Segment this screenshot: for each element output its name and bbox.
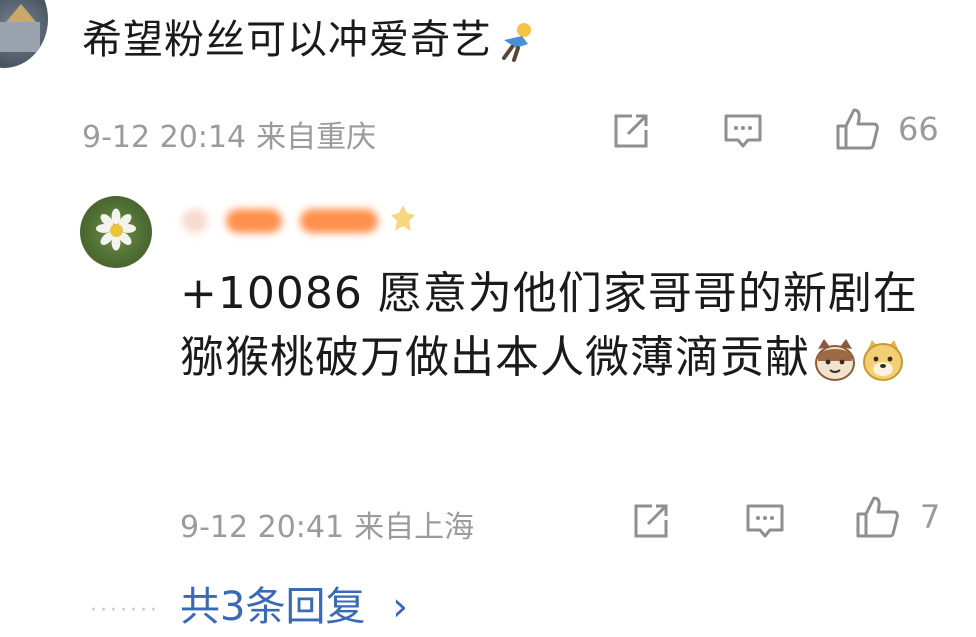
cat-face-emoji [815,339,855,381]
reply-location: 来自上海 [354,510,475,545]
doge-face-emoji [863,340,903,381]
share-icon[interactable] [610,110,652,152]
like-button[interactable]: 66 [834,106,939,152]
comment-date: 9-12 20:14 [82,120,247,155]
comment-location: 来自重庆 [256,120,377,155]
comment-body: 希望粉丝可以冲爱奇艺 [82,17,492,63]
vip-badge-icon [391,205,415,231]
reply-body: +10086 愿意为他们家哥哥的新剧在猕猴桃破万做出本人微薄滴贡献 [180,268,918,383]
comment-meta: 9-12 20:14 来自重庆 [82,112,376,156]
username-blur-1 [182,209,208,233]
thumbs-up-icon[interactable] [854,494,900,540]
reply-date: 9-12 20:41 [180,510,345,545]
chevron-right-icon: › [392,584,409,630]
avatar-building-base [0,22,40,52]
reply-separator-dots: ······· [90,598,160,623]
reply-text: +10086 愿意为他们家哥哥的新剧在猕猴桃破万做出本人微薄滴贡献 [180,262,940,390]
comment-icon[interactable] [722,110,764,152]
avatar[interactable] [0,0,48,68]
reply-meta: 9-12 20:41 来自上海 [180,502,474,546]
username-blur-2 [226,209,282,233]
more-replies-label: 共3条回复 [180,584,366,630]
view-more-replies-link[interactable]: 共3条回复 › [180,574,408,632]
avatar-building [6,4,36,22]
username-blur-3 [300,209,378,233]
reply-avatar[interactable] [80,196,152,268]
flower-center [110,224,123,237]
reply-like-button[interactable]: 7 [854,494,940,540]
like-count: 66 [898,110,939,148]
share-icon[interactable] [630,500,672,542]
running-person-emoji [502,23,531,62]
comment-text: 希望粉丝可以冲爱奇艺 [82,14,538,66]
reply-like-count: 7 [920,498,941,536]
comment-icon[interactable] [744,500,786,542]
reply-username[interactable] [182,198,418,244]
thumbs-up-icon[interactable] [834,106,880,152]
